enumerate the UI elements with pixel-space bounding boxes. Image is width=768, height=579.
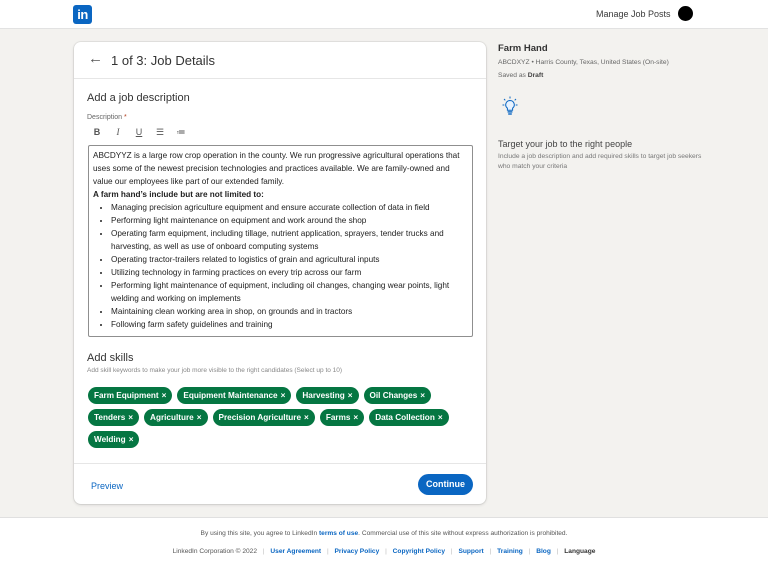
user-agreement-link[interactable]: User Agreement: [270, 548, 321, 555]
description-label-text: Description: [87, 114, 123, 121]
list-item: Utilizing technology in farming practice…: [111, 266, 468, 279]
footer-links: LinkedIn Corporation © 2022 | User Agree…: [0, 548, 768, 555]
terms-suffix: . Commercial use of this site without ex…: [358, 530, 568, 537]
separator: |: [556, 548, 559, 555]
manage-job-posts-link[interactable]: Manage Job Posts: [596, 9, 671, 19]
skill-chip-equipment-maintenance[interactable]: Equipment Maintenance ×: [177, 387, 292, 404]
skill-chip-harvesting[interactable]: Harvesting ×: [296, 387, 359, 404]
list-item: Performing light maintenance of equipmen…: [111, 279, 468, 305]
remove-icon[interactable]: ×: [129, 435, 134, 444]
numbered-list-icon[interactable]: ≔: [176, 127, 186, 138]
skill-chip-label: Oil Changes: [369, 391, 418, 400]
remove-icon[interactable]: ×: [304, 413, 309, 422]
language-selector[interactable]: Language: [564, 548, 595, 555]
top-nav-bar: in Manage Job Posts: [0, 0, 768, 29]
remove-icon[interactable]: ×: [420, 391, 425, 400]
lightbulb-icon: [502, 96, 518, 115]
italic-icon[interactable]: I: [113, 127, 123, 137]
skill-chip-label: Agriculture: [150, 413, 194, 422]
skill-chip-label: Harvesting: [302, 391, 345, 400]
saved-status: Saved as Draft: [498, 72, 543, 79]
job-title: Farm Hand: [498, 43, 548, 54]
avatar[interactable]: [678, 6, 693, 21]
skill-chip-welding[interactable]: Welding ×: [88, 431, 140, 448]
bulleted-list-icon[interactable]: ☰: [155, 127, 165, 138]
separator: |: [489, 548, 492, 555]
skill-chip-data-collection[interactable]: Data Collection ×: [369, 409, 449, 426]
list-item: Maintaining clean working area in shop, …: [111, 305, 468, 318]
remove-icon[interactable]: ×: [197, 413, 202, 422]
skill-chip-label: Farm Equipment: [94, 391, 159, 400]
skill-chip-label: Data Collection: [375, 413, 435, 422]
separator: |: [528, 548, 531, 555]
separator: |: [262, 548, 265, 555]
terms-of-use-link[interactable]: terms of use: [319, 530, 358, 537]
list-item: Performing light maintenance on equipmen…: [111, 214, 468, 227]
formatting-toolbar: B I U ☰ ≔: [92, 126, 186, 138]
remove-icon[interactable]: ×: [438, 413, 443, 422]
skills-chip-list: Farm Equipment × Equipment Maintenance × H…: [88, 387, 480, 448]
terms-notice: By using this site, you agree to LinkedI…: [0, 530, 768, 537]
skill-chip-farms[interactable]: Farms ×: [319, 409, 365, 426]
skill-chip-oil-changes[interactable]: Oil Changes ×: [363, 387, 432, 404]
back-arrow-icon[interactable]: ←: [88, 50, 103, 67]
description-editor[interactable]: ABCDYYZ is a large row crop operation in…: [88, 145, 473, 337]
page-title: 1 of 3: Job Details: [111, 53, 216, 68]
remove-icon[interactable]: ×: [128, 413, 133, 422]
skill-chip-label: Farms: [325, 413, 351, 422]
remove-icon[interactable]: ×: [281, 391, 286, 400]
saved-status-value: Draft: [527, 72, 544, 79]
description-intro: ABCDYYZ is a large row crop operation in…: [93, 151, 460, 186]
terms-prefix: By using this site, you agree to LinkedI…: [200, 530, 318, 537]
separator: |: [385, 548, 387, 555]
skill-chip-label: Equipment Maintenance: [183, 391, 278, 400]
copyright-text: LinkedIn Corporation © 2022: [172, 548, 257, 555]
remove-icon[interactable]: ×: [348, 391, 353, 400]
separator: |: [450, 548, 453, 555]
remove-icon[interactable]: ×: [353, 413, 358, 422]
list-item: Following farm safety guidelines and tra…: [111, 318, 468, 331]
list-item: Operating tractor-trailers related to lo…: [111, 253, 468, 266]
underline-icon[interactable]: U: [134, 127, 144, 137]
skill-chip-label: Precision Agriculture: [218, 413, 302, 422]
copyright-policy-link[interactable]: Copyright Policy: [393, 548, 445, 555]
target-text: Include a job description and add requir…: [498, 153, 702, 170]
linkedin-logo[interactable]: in: [73, 5, 92, 24]
skill-chip-agriculture[interactable]: Agriculture ×: [144, 409, 208, 426]
bold-icon[interactable]: B: [92, 127, 102, 137]
card-footer: Preview Continue: [74, 463, 486, 504]
skill-chip-label: Welding: [94, 435, 126, 444]
list-item: Operating farm equipment, including till…: [111, 227, 468, 253]
skill-chip-tenders[interactable]: Tenders ×: [88, 409, 140, 426]
continue-button[interactable]: Continue: [418, 474, 473, 495]
description-list: Managing precision agriculture equipment…: [111, 201, 468, 331]
separator: |: [326, 548, 329, 555]
training-link[interactable]: Training: [497, 548, 523, 555]
target-title: Target your job to the right people: [498, 139, 633, 149]
list-item: Managing precision agriculture equipment…: [111, 201, 468, 214]
preview-link[interactable]: Preview: [91, 481, 123, 491]
description-list-heading: A farm hand’s include but are not limite…: [93, 190, 264, 199]
privacy-policy-link[interactable]: Privacy Policy: [335, 548, 380, 555]
skills-hint: Add skill keywords to make your job more…: [87, 367, 343, 374]
saved-prefix: Saved as: [498, 72, 526, 79]
page-footer: By using this site, you agree to LinkedI…: [0, 517, 768, 579]
description-label: Description *: [87, 114, 127, 121]
section-title: Add a job description: [87, 92, 190, 104]
job-details-card: ← 1 of 3: Job Details Add a job descript…: [74, 42, 486, 504]
blog-link[interactable]: Blog: [536, 548, 551, 555]
skill-chip-farm-equipment[interactable]: Farm Equipment ×: [88, 387, 173, 404]
skill-chip-precision-agriculture[interactable]: Precision Agriculture ×: [212, 409, 315, 426]
skills-title: Add skills: [87, 352, 134, 364]
company-location: ABCDXYZ • Harris County, Texas, United S…: [498, 59, 669, 66]
required-mark: *: [123, 114, 127, 121]
support-link[interactable]: Support: [458, 548, 483, 555]
card-header: ← 1 of 3: Job Details: [74, 42, 486, 79]
skill-chip-label: Tenders: [94, 413, 126, 422]
remove-icon[interactable]: ×: [162, 391, 167, 400]
